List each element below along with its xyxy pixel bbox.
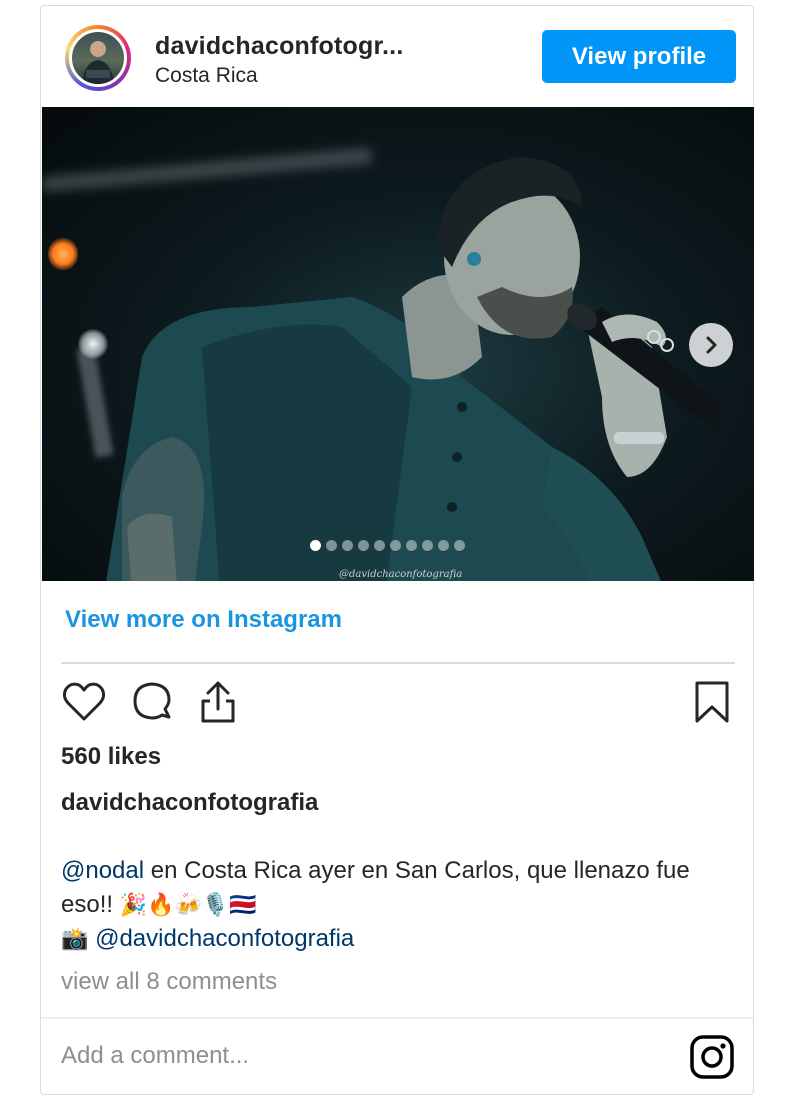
- caption-emojis: 🎉🔥🍻🎙️🇨🇷: [119, 892, 257, 917]
- carousel-dot: [422, 540, 433, 551]
- heart-icon: [62, 682, 106, 721]
- carousel-next-button[interactable]: [689, 323, 733, 367]
- post-caption: @nodal en Costa Rica ayer en San Carlos,…: [61, 854, 731, 956]
- caption-username[interactable]: davidchaconfotografia: [61, 789, 318, 817]
- instagram-logo-button[interactable]: [689, 1034, 735, 1080]
- divider: [61, 662, 735, 664]
- post-header: davidchaconfotogr... Costa Rica View pro…: [41, 6, 753, 106]
- profile-username[interactable]: davidchaconfotogr...: [155, 32, 403, 61]
- stage-light-orange: [48, 237, 78, 271]
- instagram-embed-card: davidchaconfotogr... Costa Rica View pro…: [40, 5, 754, 1095]
- view-all-comments-link[interactable]: view all 8 comments: [61, 968, 277, 996]
- divider: [41, 1017, 753, 1019]
- caption-mention-nodal[interactable]: @nodal: [61, 857, 144, 884]
- share-icon: [201, 681, 235, 723]
- action-bar: [61, 679, 735, 725]
- carousel-dot: [374, 540, 385, 551]
- carousel-indicator: [310, 540, 465, 551]
- chevron-right-icon: [706, 336, 717, 354]
- carousel-dot: [406, 540, 417, 551]
- likes-count[interactable]: 560 likes: [61, 743, 161, 771]
- carousel-dot: [358, 540, 369, 551]
- comment-icon: [133, 682, 171, 720]
- view-more-on-instagram-link[interactable]: View more on Instagram: [65, 606, 342, 634]
- carousel-dot: [438, 540, 449, 551]
- carousel-dot: [390, 540, 401, 551]
- camera-emoji: 📸: [61, 926, 89, 951]
- view-profile-button[interactable]: View profile: [542, 30, 736, 83]
- post-photo[interactable]: @davidchaconfotografia: [42, 107, 754, 581]
- like-button[interactable]: [61, 679, 107, 725]
- singer-figure: [106, 157, 722, 581]
- instagram-logo-icon: [690, 1035, 734, 1079]
- caption-mention-photographer[interactable]: @davidchaconfotografia: [95, 925, 354, 952]
- save-button[interactable]: [689, 679, 735, 725]
- comment-button[interactable]: [129, 679, 175, 725]
- carousel-dot: [326, 540, 337, 551]
- photo-watermark: @davidchaconfotografia: [339, 569, 463, 580]
- bookmark-icon: [695, 681, 729, 723]
- carousel-dot: [310, 540, 321, 551]
- add-comment-input[interactable]: [61, 1036, 621, 1076]
- avatar-story-ring[interactable]: [65, 25, 131, 91]
- avatar[interactable]: [69, 29, 127, 87]
- post-location[interactable]: Costa Rica: [155, 64, 258, 88]
- carousel-dot: [454, 540, 465, 551]
- carousel-dot: [342, 540, 353, 551]
- share-button[interactable]: [195, 679, 241, 725]
